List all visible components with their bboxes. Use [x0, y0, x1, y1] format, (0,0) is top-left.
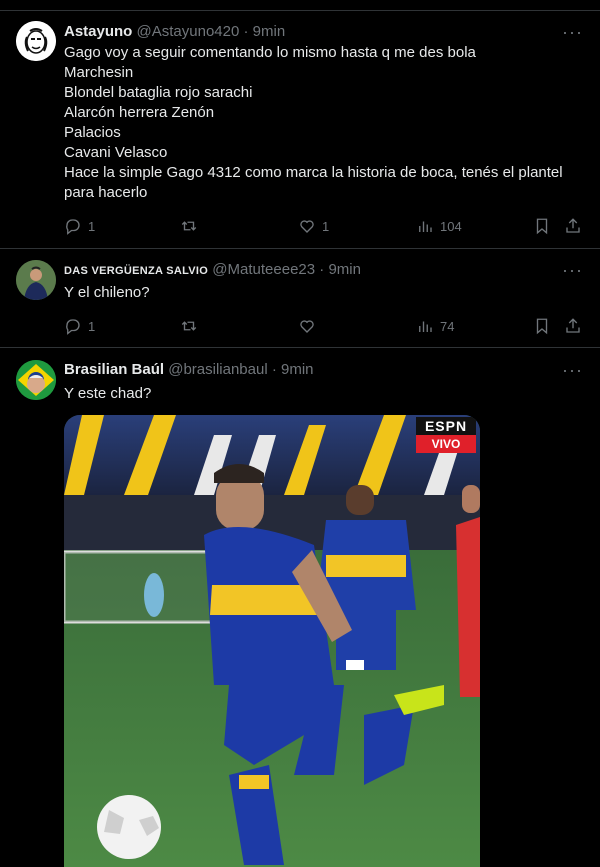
video-player[interactable]: ESPN VIVO: [64, 415, 480, 867]
heart-icon: [300, 320, 314, 333]
display-name[interactable]: Astayuno: [64, 23, 132, 40]
more-options-button[interactable]: ···: [562, 361, 582, 384]
text-line: Blondel bataglia rojo sarachi: [64, 84, 253, 101]
separator-dot: ·: [243, 23, 249, 40]
share-icon: [566, 318, 580, 333]
top-divider: [0, 0, 600, 11]
reply-button[interactable]: 1: [64, 216, 95, 236]
user-handle[interactable]: @Matuteeee23: [212, 261, 315, 278]
text-line: Cavani Velasco: [64, 144, 168, 161]
bookmark-button[interactable]: [533, 216, 551, 236]
like-count: 1: [322, 218, 330, 234]
timestamp[interactable]: 9min: [253, 23, 286, 40]
tweet-header: Brasilian Baúl @brasilianbaul · 9min: [64, 360, 314, 380]
tweet-text: Y el chileno?: [64, 283, 584, 303]
user-handle[interactable]: @Astayuno420: [137, 23, 240, 40]
bookmark-icon: [536, 218, 548, 235]
espn-logo: ESPN: [416, 417, 476, 435]
share-button[interactable]: [564, 316, 582, 336]
like-button[interactable]: [298, 316, 322, 336]
retweet-icon: [181, 221, 197, 231]
tweet-text: Y este chad?: [64, 384, 584, 404]
separator-dot: ·: [319, 261, 325, 278]
retweet-icon: [181, 321, 197, 331]
share-icon: [566, 218, 580, 233]
text-line: Hace la simple Gago 4312 como marca la h…: [64, 164, 563, 201]
tweet-text: Gago voy a seguir comentando lo mismo ha…: [64, 43, 584, 203]
timestamp[interactable]: 9min: [281, 361, 314, 378]
tweet[interactable]: DAS VERGÜENZA SALVIO @Matuteeee23 · 9min…: [0, 249, 600, 348]
text-line: Marchesin: [64, 64, 134, 81]
display-name[interactable]: DAS VERGÜENZA SALVIO: [64, 265, 208, 277]
avatar[interactable]: [16, 260, 56, 300]
retweet-button[interactable]: [180, 316, 204, 336]
video-frame: [64, 415, 480, 867]
user-handle[interactable]: @brasilianbaul: [168, 361, 267, 378]
reply-icon: [66, 319, 80, 335]
text-line: Y el chileno?: [64, 284, 150, 301]
reply-button[interactable]: 1: [64, 316, 95, 336]
bookmark-button[interactable]: [533, 316, 551, 336]
live-badge: VIVO: [416, 435, 476, 453]
separator-dot: ·: [271, 361, 277, 378]
view-count: 104: [440, 218, 462, 234]
view-count: 74: [440, 318, 455, 334]
reply-count: 1: [88, 318, 96, 334]
text-line: Gago voy a seguir comentando lo mismo ha…: [64, 44, 476, 61]
action-bar: 1 1 104: [64, 216, 584, 236]
retweet-button[interactable]: [180, 216, 204, 236]
timestamp[interactable]: 9min: [328, 261, 361, 278]
action-bar: 1 74: [64, 316, 584, 336]
reply-count: 1: [88, 218, 96, 234]
tweet-header: DAS VERGÜENZA SALVIO @Matuteeee23 · 9min: [64, 260, 361, 281]
views-icon: [419, 221, 432, 232]
text-line: Alarcón herrera Zenón: [64, 104, 215, 121]
views-icon: [419, 321, 432, 332]
text-line: Palacios: [64, 124, 121, 141]
views-button[interactable]: 104: [416, 216, 462, 236]
views-button[interactable]: 74: [416, 316, 454, 336]
tweet[interactable]: Astayuno @Astayuno420 · 9min ··· Gago vo…: [0, 11, 600, 249]
display-name[interactable]: Brasilian Baúl: [64, 361, 164, 378]
avatar[interactable]: [16, 360, 56, 400]
bookmark-icon: [536, 318, 548, 335]
more-options-button[interactable]: ···: [562, 261, 582, 284]
avatar[interactable]: [16, 21, 56, 61]
reply-icon: [66, 219, 80, 235]
tweet-header: Astayuno @Astayuno420 · 9min: [64, 22, 285, 42]
like-button[interactable]: 1: [298, 216, 329, 236]
text-line: Y este chad?: [64, 385, 152, 402]
share-button[interactable]: [564, 216, 582, 236]
heart-icon: [300, 220, 314, 233]
